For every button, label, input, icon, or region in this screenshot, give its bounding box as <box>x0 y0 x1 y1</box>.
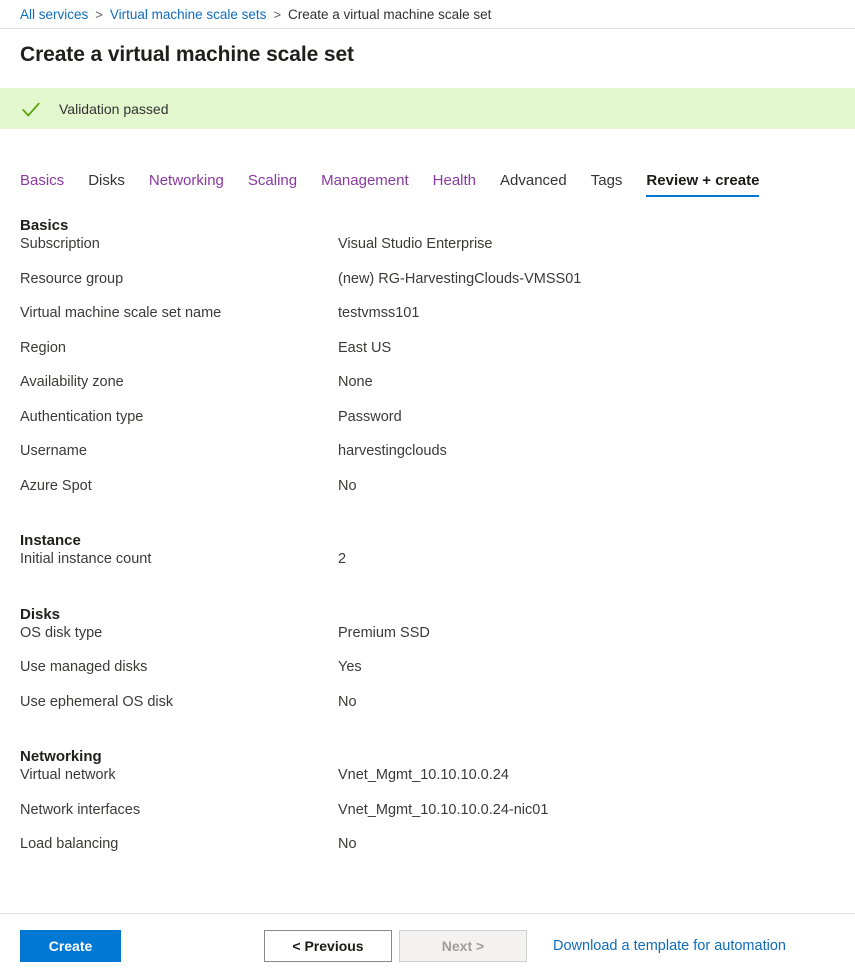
summary-row-label: Load balancing <box>20 836 119 852</box>
summary-row-label: Availability zone <box>20 374 124 390</box>
section-heading-instance: Instance <box>20 532 81 549</box>
summary-row-value: Premium SSD <box>338 624 430 641</box>
summary-row-label: OS disk type <box>20 624 103 641</box>
tab-networking[interactable]: Networking <box>149 172 224 197</box>
next-button: Next > <box>399 929 527 962</box>
section-rows-basics: Subscription Visual Studio Enterprise Re… <box>20 236 855 512</box>
summary-row-value: Vnet_Mgmt_10.10.10.0.24-nic01 <box>338 801 549 818</box>
summary-row-label: Authentication type <box>20 408 144 425</box>
summary-row-value: testvmss101 <box>338 305 420 321</box>
create-button[interactable]: Create <box>20 929 121 962</box>
wizard-tab-bar: Basics Disks Networking Scaling Manageme… <box>0 164 855 197</box>
summary-row-value: 2 <box>338 551 347 567</box>
checkmark-icon <box>22 101 40 117</box>
summary-row-label: Use ephemeral OS disk <box>20 693 174 710</box>
breadcrumb-separator-icon: > <box>273 6 282 22</box>
wizard-nav-group: < Previous Next > <box>264 929 527 962</box>
validation-banner: Validation passed <box>0 88 855 129</box>
wizard-footer: Create < Previous Next > Download a temp… <box>0 913 855 977</box>
summary-row-value: Vnet_Mgmt_10.10.10.0.24 <box>338 767 509 783</box>
summary-row-label: Virtual network <box>20 767 116 783</box>
summary-row: Username harvestingclouds <box>20 443 855 478</box>
summary-row-value: No <box>338 477 357 494</box>
section-heading-basics: Basics <box>20 217 69 234</box>
summary-row: Virtual machine scale set name testvmss1… <box>20 305 855 340</box>
summary-row-label: Initial instance count <box>20 551 152 567</box>
summary-row-value: Password <box>338 408 402 425</box>
tab-health[interactable]: Health <box>433 172 476 197</box>
summary-row-label: Subscription <box>20 236 100 252</box>
summary-row: Subscription Visual Studio Enterprise <box>20 236 855 271</box>
summary-row: Initial instance count 2 <box>20 551 855 586</box>
section-rows-networking: Virtual network Vnet_Mgmt_10.10.10.0.24 … <box>20 767 855 871</box>
breadcrumb-item-virtual-machine-scale-sets[interactable]: Virtual machine scale sets <box>110 7 267 22</box>
summary-row-label: Region <box>20 339 66 356</box>
download-template-link[interactable]: Download a template for automation <box>553 938 786 954</box>
validation-banner-text: Validation passed <box>59 100 169 117</box>
tab-basics[interactable]: Basics <box>20 172 64 197</box>
breadcrumb-item-current: Create a virtual machine scale set <box>288 6 492 22</box>
section-heading-networking: Networking <box>20 748 102 765</box>
previous-button[interactable]: < Previous <box>264 929 392 962</box>
page-title: Create a virtual machine scale set <box>20 43 354 66</box>
summary-row-value: Visual Studio Enterprise <box>338 236 493 252</box>
tab-tags[interactable]: Tags <box>591 172 623 197</box>
tab-advanced[interactable]: Advanced <box>500 172 567 197</box>
summary-row-value: harvestingclouds <box>338 443 447 459</box>
tab-scaling[interactable]: Scaling <box>248 172 297 197</box>
summary-row-value: Yes <box>338 659 362 675</box>
breadcrumb: All services > Virtual machine scale set… <box>0 0 855 29</box>
summary-row: Use ephemeral OS disk No <box>20 694 855 729</box>
tab-disks[interactable]: Disks <box>88 172 125 197</box>
summary-row: Network interfaces Vnet_Mgmt_10.10.10.0.… <box>20 802 855 837</box>
summary-row: Load balancing No <box>20 836 855 871</box>
summary-row-label: Network interfaces <box>20 801 141 818</box>
summary-row-value: No <box>338 693 357 710</box>
summary-row-value: East US <box>338 339 392 356</box>
summary-row: Use managed disks Yes <box>20 659 855 694</box>
tab-review-create[interactable]: Review + create <box>646 172 760 197</box>
summary-row: Resource group (new) RG-HarvestingClouds… <box>20 271 855 306</box>
summary-row: Virtual network Vnet_Mgmt_10.10.10.0.24 <box>20 767 855 802</box>
review-summary: Basics Subscription Visual Studio Enterp… <box>0 217 855 871</box>
section-rows-instance: Initial instance count 2 <box>20 551 855 586</box>
summary-row-label: Username <box>20 443 87 459</box>
summary-row-value: No <box>338 836 357 852</box>
summary-row-value: None <box>338 374 373 390</box>
summary-row-label: Use managed disks <box>20 659 148 675</box>
tab-management[interactable]: Management <box>321 172 409 197</box>
summary-row: Availability zone None <box>20 374 855 409</box>
summary-row: Region East US <box>20 340 855 375</box>
summary-row-label: Azure Spot <box>20 477 92 494</box>
section-heading-disks: Disks <box>20 605 61 623</box>
summary-row-value: (new) RG-HarvestingClouds-VMSS01 <box>338 270 582 287</box>
summary-row: Azure Spot No <box>20 478 855 513</box>
breadcrumb-separator-icon: > <box>95 6 103 22</box>
breadcrumb-item-all-services[interactable]: All services <box>20 7 88 22</box>
summary-row-label: Virtual machine scale set name <box>20 305 222 321</box>
section-rows-disks: OS disk type Premium SSD Use managed dis… <box>20 625 855 729</box>
summary-row: Authentication type Password <box>20 409 855 444</box>
summary-row-label: Resource group <box>20 270 124 287</box>
summary-row: OS disk type Premium SSD <box>20 625 855 660</box>
